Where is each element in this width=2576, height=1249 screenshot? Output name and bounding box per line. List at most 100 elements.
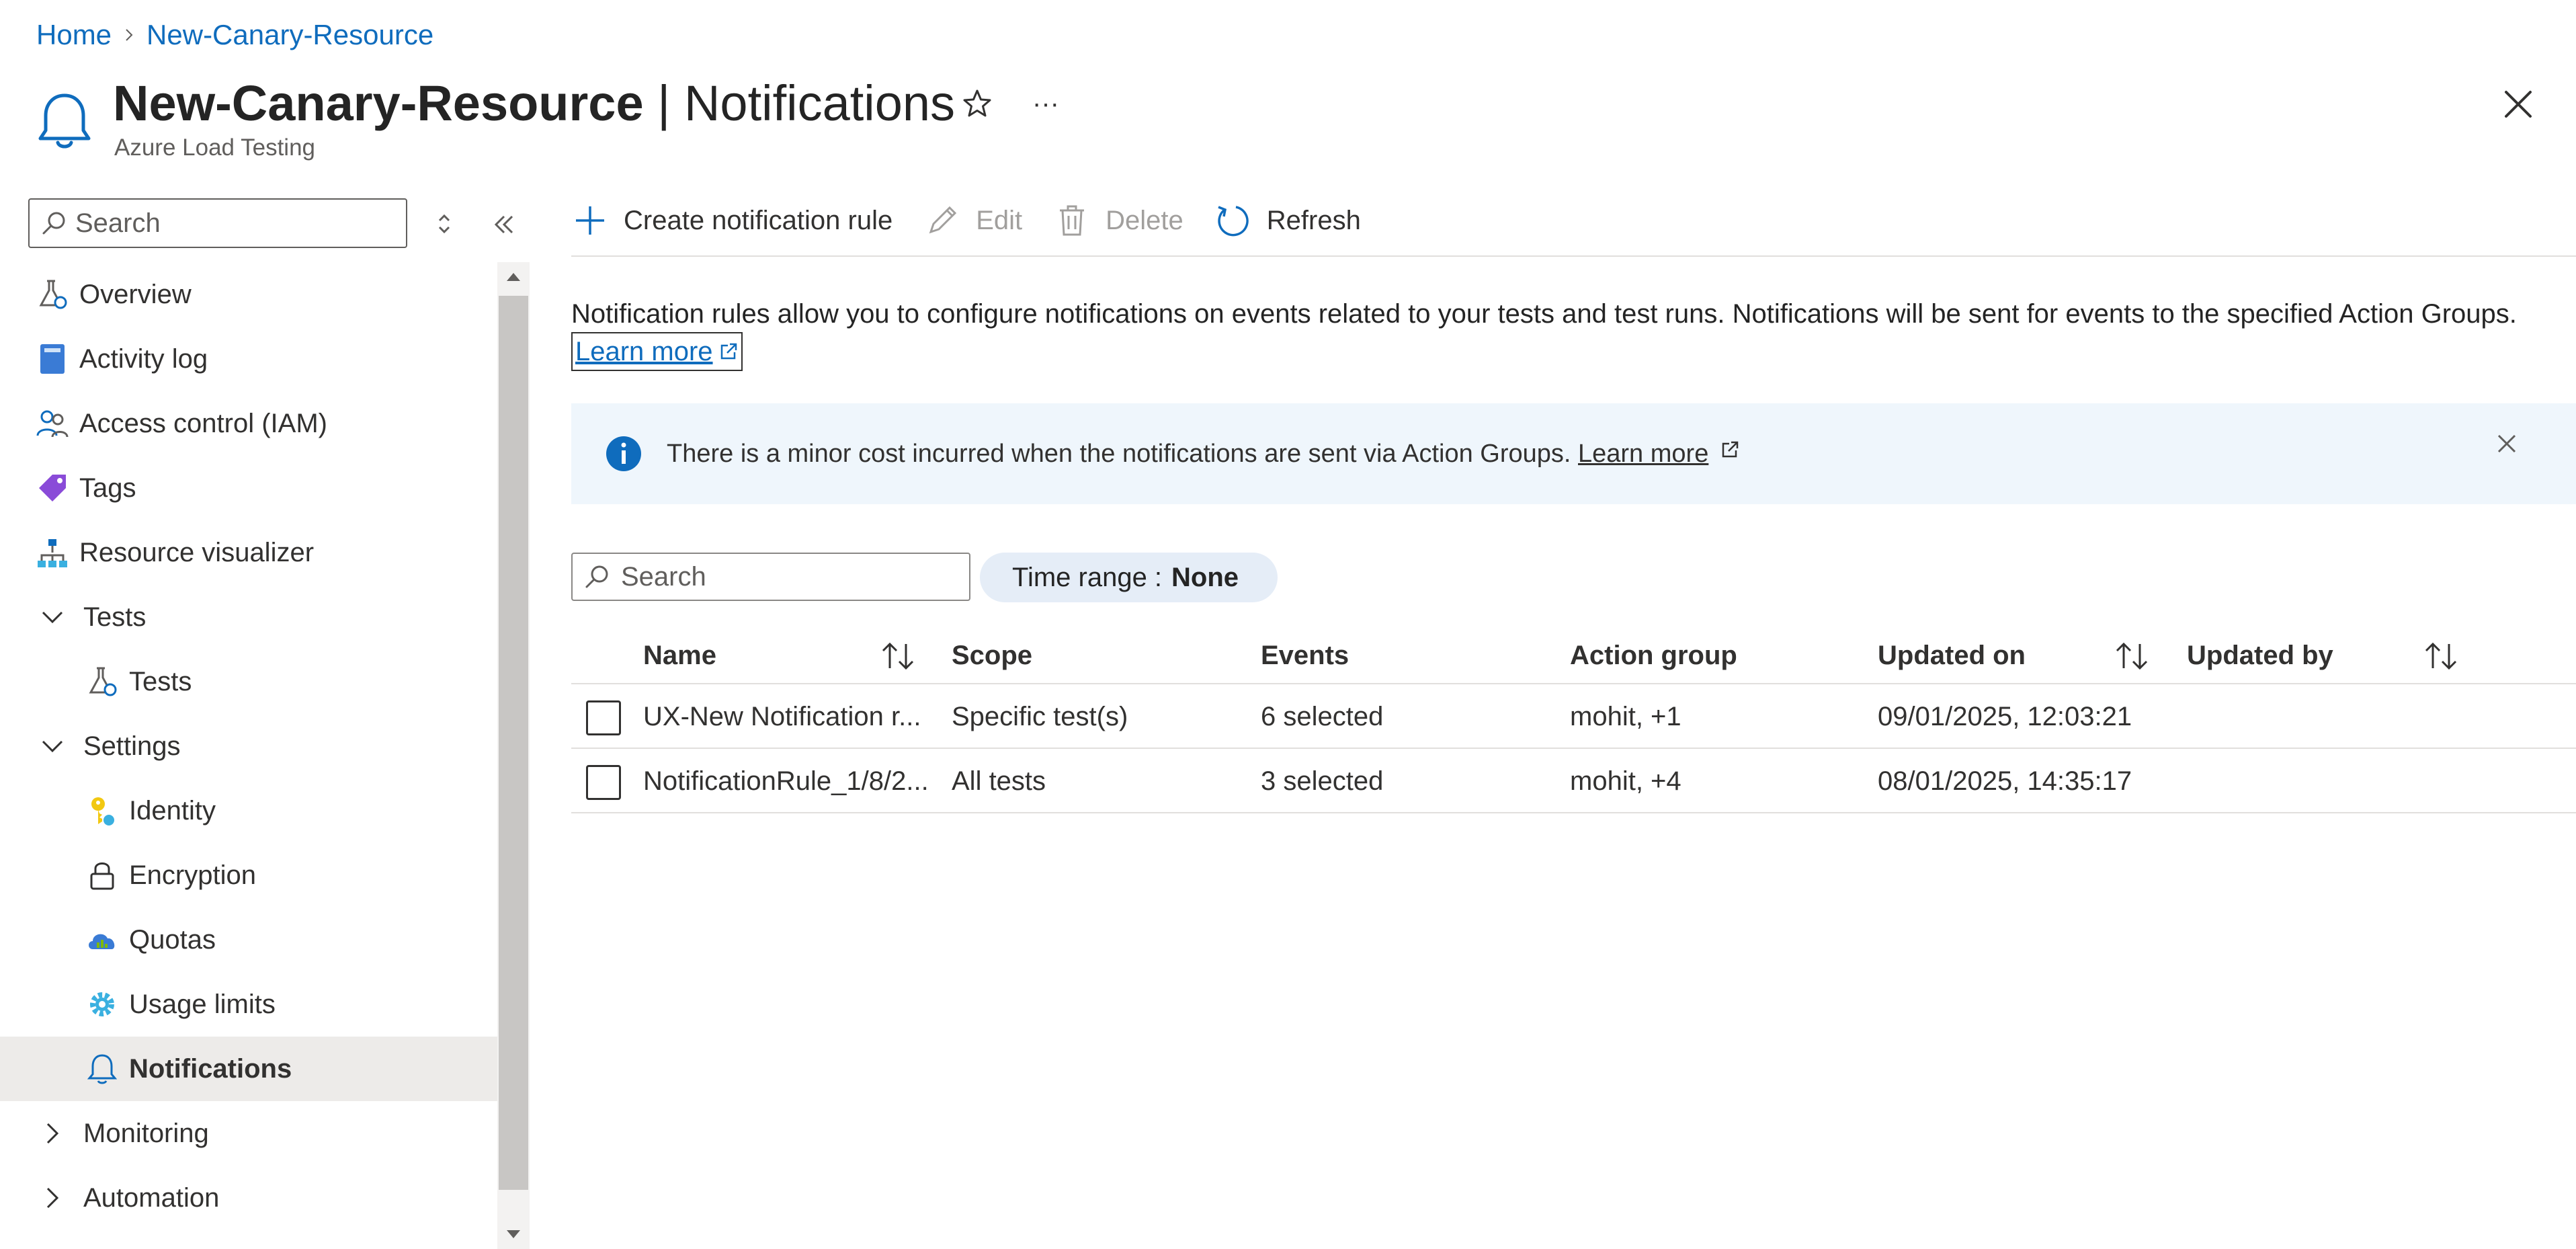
search-icon [585,565,608,588]
trash-icon [1053,202,1091,239]
chevron-down-icon [35,600,70,635]
table-row[interactable]: NotificationRule_1/8/2... All tests 3 se… [571,749,2576,813]
more-options-button[interactable]: ··· [1027,85,1065,122]
scroll-up-arrow-icon[interactable] [497,264,530,290]
cell-updated-on: 08/01/2025, 14:35:17 [1878,766,2132,796]
info-banner-message: There is a minor cost incurred when the … [667,440,1740,469]
sidebar-item-access-control[interactable]: Access control (IAM) [0,391,497,456]
cell-events: 3 selected [1261,766,1384,796]
sidebar-item-overview[interactable]: Overview [0,262,497,327]
grid-search-input[interactable] [571,553,970,601]
sidebar-item-label: Settings [83,731,181,761]
column-header-updated-by[interactable]: Updated by [2187,625,2333,686]
sidebar-group-settings[interactable]: Settings [0,714,497,778]
plus-icon [571,202,609,239]
sidebar-group-tests[interactable]: Tests [0,585,497,649]
edit-label: Edit [976,205,1023,235]
cell-name[interactable]: UX-New Notification r... [643,684,921,749]
favorite-button[interactable] [958,85,996,122]
refresh-button[interactable]: Refresh [1214,202,1361,239]
sidebar-item-label: Usage limits [129,989,276,1019]
sort-updated-by-icon[interactable] [2421,637,2461,675]
sidebar-item-label: Quotas [129,924,216,955]
sidebar-group-automation[interactable]: Automation [0,1166,497,1230]
sidebar-item-label: Activity log [79,344,208,374]
sidebar-item-usage-limits[interactable]: Usage limits [0,972,497,1037]
hierarchy-icon [35,535,70,570]
row-checkbox[interactable] [586,765,621,800]
sidebar-item-label: Notifications [129,1053,292,1084]
flask-icon [35,277,70,312]
sidebar-item-tags[interactable]: Tags [0,456,497,520]
column-header-updated-on[interactable]: Updated on [1878,625,2026,686]
delete-button[interactable]: Delete [1053,202,1183,239]
book-icon [35,341,70,376]
breadcrumb-resource-link[interactable]: New-Canary-Resource [147,19,433,51]
sidebar-item-encryption[interactable]: Encryption [0,843,497,908]
sidebar-item-resource-visualizer[interactable]: Resource visualizer [0,520,497,585]
close-button[interactable] [2495,81,2542,128]
sort-toggle-button[interactable] [427,207,461,241]
collapse-sidebar-button[interactable] [485,206,523,243]
column-header-label: Events [1261,640,1349,670]
info-icon [605,435,642,473]
cell-scope: All tests [952,766,1046,796]
sidebar-item-identity[interactable]: Identity [0,778,497,843]
sidebar-item-tests[interactable]: Tests [0,649,497,714]
star-icon [963,89,991,117]
table-row[interactable]: UX-New Notification r... Specific test(s… [571,684,2576,749]
learn-more-label: Learn more [575,337,713,366]
sidebar-scrollbar-thumb[interactable] [499,296,528,1190]
sidebar-item-quotas[interactable]: Quotas [0,908,497,972]
chevron-down-icon [35,729,70,764]
refresh-icon [1214,202,1252,239]
double-chevron-left-icon [494,215,513,234]
column-header-label: Name [643,640,716,670]
sidebar-item-activity-log[interactable]: Activity log [0,327,497,391]
page-description: Notification rules allow you to configur… [571,296,2547,371]
time-range-label: Time range : [1012,562,1163,592]
sort-name-icon[interactable] [878,637,918,675]
row-checkbox[interactable] [586,700,621,735]
sidebar-group-monitoring[interactable]: Monitoring [0,1101,497,1166]
column-header-events[interactable]: Events [1261,625,1349,686]
column-header-label: Scope [952,640,1033,670]
sidebar-item-label: Encryption [129,860,256,890]
create-notification-rule-button[interactable]: Create notification rule [571,202,892,239]
flask-icon [85,664,120,699]
external-link-icon [1722,441,1739,457]
description-learn-more-link[interactable]: Learn more [571,332,743,371]
scroll-down-arrow-icon[interactable] [497,1221,530,1248]
column-header-label: Updated on [1878,640,2026,670]
sidebar-item-label: Automation [83,1182,220,1213]
column-header-action-group[interactable]: Action group [1570,625,1737,686]
cell-name[interactable]: NotificationRule_1/8/2... [643,749,929,813]
dismiss-banner-button[interactable] [2487,424,2527,464]
sidebar-search-input[interactable] [28,198,407,248]
info-banner-learn-more-link[interactable]: Learn more [1578,440,1708,468]
bell-icon [85,1051,120,1086]
row-divider [571,812,2576,813]
column-header-scope[interactable]: Scope [952,625,1032,686]
page-subtitle: Azure Load Testing [114,134,316,161]
sidebar-item-label: Tests [129,666,192,696]
cloud-gauge-icon [85,922,120,957]
edit-button[interactable]: Edit [923,202,1022,239]
breadcrumb-home-link[interactable]: Home [36,19,112,51]
sidebar-search-field[interactable] [75,208,398,239]
grid-search-field[interactable] [621,561,957,592]
toolbar-divider [571,255,2576,257]
chevron-right-icon [35,1180,70,1215]
delete-label: Delete [1106,205,1183,235]
sidebar-item-notifications[interactable]: Notifications [0,1037,497,1101]
cell-events: 6 selected [1261,701,1384,731]
time-range-filter[interactable]: Time range : None [980,553,1278,602]
external-link-icon [720,343,737,360]
column-header-name[interactable]: Name [643,625,716,686]
create-notification-rule-label: Create notification rule [624,205,893,235]
description-text: Notification rules allow you to configur… [571,299,2517,329]
sort-updated-on-icon[interactable] [2112,637,2152,675]
column-header-label: Action group [1570,640,1737,670]
time-range-value: None [1171,562,1239,592]
refresh-label: Refresh [1266,205,1361,235]
